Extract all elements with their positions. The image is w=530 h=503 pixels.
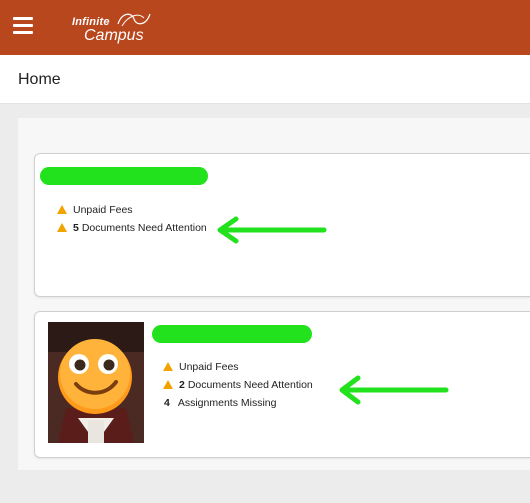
alert-unpaid-fees[interactable]: Unpaid Fees <box>163 361 239 374</box>
alert-unpaid-fees[interactable]: Unpaid Fees <box>57 204 133 217</box>
warning-icon <box>163 380 173 389</box>
alert-documents[interactable]: 5 Documents Need Attention <box>57 222 207 235</box>
redacted-student-name <box>152 325 312 343</box>
alert-label: Documents Need Attention <box>81 222 207 234</box>
alert-documents[interactable]: 2 Documents Need Attention <box>163 379 313 392</box>
emoji-face-icon <box>48 322 144 443</box>
alert-count: 4 <box>164 397 170 409</box>
app-header: Infinite Campus <box>0 0 530 55</box>
alert-count: 2 <box>179 379 185 391</box>
annotation-arrow-icon <box>217 216 327 244</box>
warning-icon <box>163 362 173 371</box>
warning-icon <box>57 223 67 232</box>
hamburger-menu-icon[interactable] <box>13 17 33 37</box>
warning-icon <box>57 205 67 214</box>
annotation-arrow-icon <box>339 375 449 405</box>
redacted-student-name <box>40 167 208 185</box>
logo-swoosh-icon <box>117 13 151 27</box>
alert-label: Unpaid Fees <box>179 361 239 373</box>
alert-label: Unpaid Fees <box>73 204 133 216</box>
page-header: Home <box>0 55 530 104</box>
page-title: Home <box>18 71 61 88</box>
alert-label: Assignments Missing <box>177 397 277 409</box>
alert-count: 5 <box>73 222 79 234</box>
student-photo <box>48 322 144 443</box>
alert-label: Documents Need Attention <box>187 379 313 391</box>
alert-assignments-missing[interactable]: 4 Assignments Missing <box>163 397 276 410</box>
infinite-campus-logo[interactable]: Infinite Campus <box>68 8 168 48</box>
